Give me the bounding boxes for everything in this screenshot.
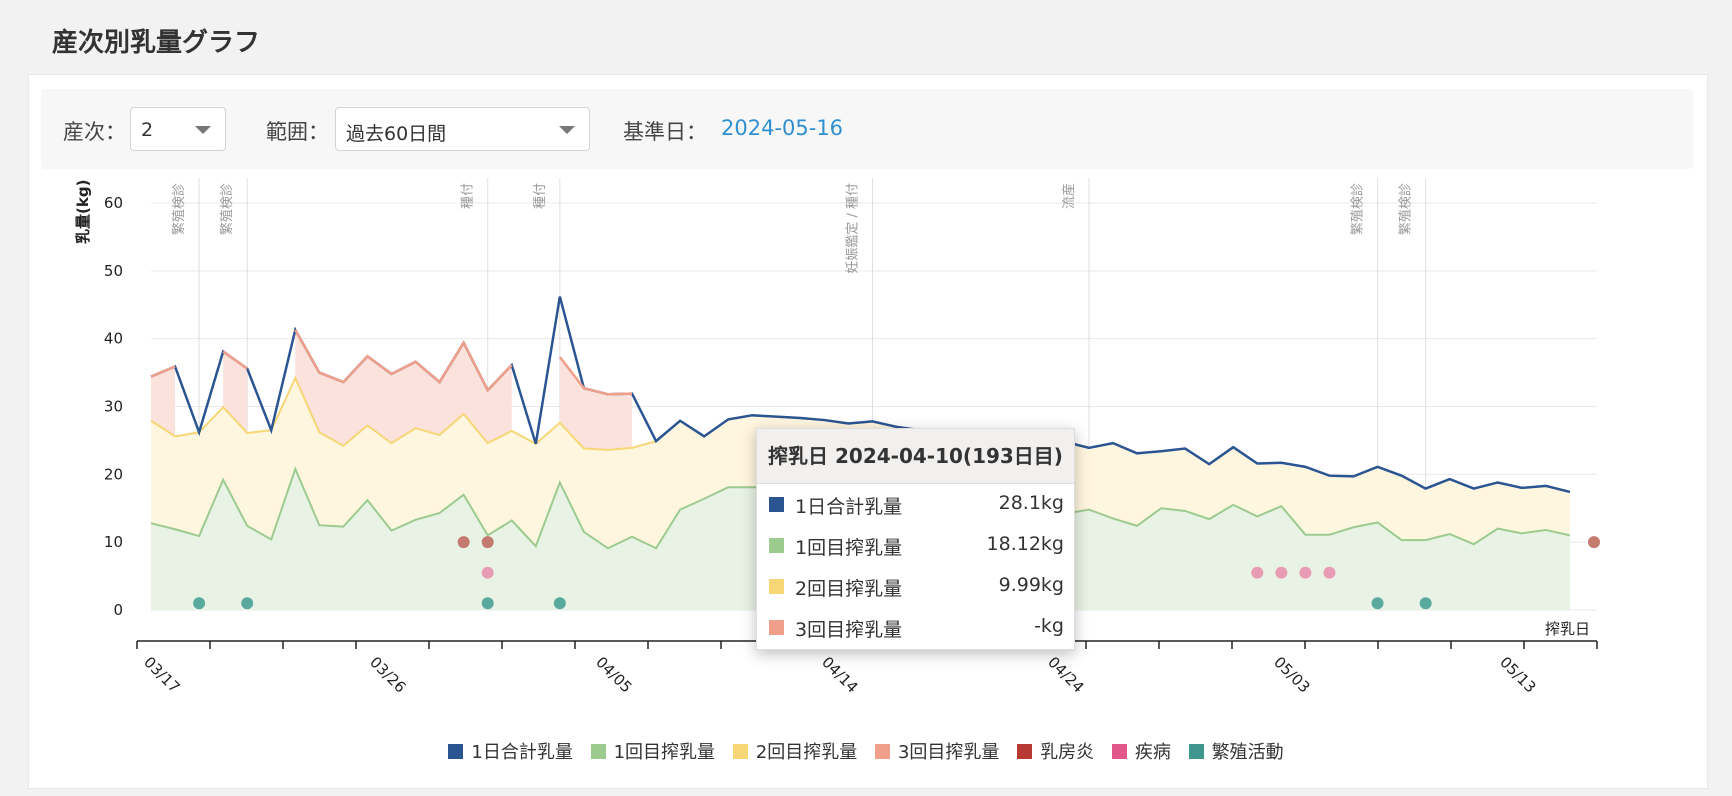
event-marker-disease bbox=[1323, 566, 1336, 579]
tooltip-row-value: 28.1kg bbox=[998, 492, 1064, 514]
legend-item-total[interactable]: 1日合計乳量 bbox=[448, 738, 573, 764]
series-swatch bbox=[769, 620, 784, 635]
event-line-label: 流産 bbox=[1061, 183, 1077, 209]
series-swatch bbox=[769, 497, 784, 512]
tooltip-row-name: 1回目搾乳量 bbox=[795, 537, 903, 559]
event-line-label: 種付 bbox=[532, 183, 548, 209]
y-tick-label: 60 bbox=[104, 194, 123, 212]
x-tick-label: 05/03 bbox=[1270, 653, 1313, 696]
tooltip-row: 1回目搾乳量 18.12kg bbox=[757, 525, 1074, 566]
event-line-label: 繁殖検診 bbox=[171, 183, 187, 235]
legend-item-milk1[interactable]: 1回目搾乳量 bbox=[590, 738, 716, 764]
event-marker-breeding bbox=[1419, 597, 1432, 610]
legend-item-breeding[interactable]: 繁殖活動 bbox=[1188, 738, 1284, 764]
event-line-label: 繁殖検診 bbox=[1350, 183, 1366, 235]
event-line-label: 繁殖検診 bbox=[1398, 183, 1414, 235]
legend-label: 乳房炎 bbox=[1040, 742, 1095, 763]
event-marker-disease bbox=[481, 566, 494, 579]
event-marker-disease bbox=[1299, 566, 1312, 579]
legend-item-milk3[interactable]: 3回目搾乳量 bbox=[874, 738, 1000, 764]
legend-label: 1回目搾乳量 bbox=[613, 742, 716, 763]
legend-item-mastitis[interactable]: 乳房炎 bbox=[1017, 738, 1094, 764]
tooltip-row: 3回目搾乳量 -kg bbox=[757, 607, 1074, 648]
tooltip-row: 2回目搾乳量 9.99kg bbox=[757, 566, 1074, 607]
event-line-label: 繁殖検診 bbox=[219, 183, 235, 235]
event-line-label: 妊娠鑑定 / 種付 bbox=[845, 183, 861, 274]
x-tick-label: 04/05 bbox=[592, 653, 635, 696]
legend-label: 2回目搾乳量 bbox=[755, 742, 858, 763]
event-marker-breeding bbox=[1371, 597, 1384, 610]
event-marker-disease bbox=[1251, 566, 1264, 579]
tooltip-title: 搾乳日 2024-04-10(193日目) bbox=[757, 429, 1074, 484]
tooltip-row-value: 18.12kg bbox=[986, 533, 1064, 555]
y-axis-label: 乳量(kg) bbox=[74, 180, 92, 244]
legend-label: 疾病 bbox=[1134, 742, 1171, 763]
x-tick-label: 05/13 bbox=[1496, 653, 1539, 696]
legend-item-disease[interactable]: 疾病 bbox=[1111, 738, 1171, 764]
event-marker-breeding bbox=[481, 597, 494, 610]
legend-label: 繁殖活動 bbox=[1211, 742, 1284, 763]
legend-swatch bbox=[590, 744, 606, 759]
tooltip-row-value: -kg bbox=[1034, 615, 1064, 637]
chart-legend: 1日合計乳量 1回目搾乳量 2回目搾乳量 3回目搾乳量 乳房炎 疾病 繁殖活動 bbox=[0, 738, 1732, 764]
y-tick-label: 50 bbox=[104, 262, 123, 280]
event-marker-mastitis bbox=[481, 536, 494, 549]
y-tick-label: 30 bbox=[104, 398, 123, 416]
event-line-label: 種付 bbox=[460, 183, 476, 209]
tooltip-row-name: 2回目搾乳量 bbox=[795, 578, 903, 600]
chart-tooltip: 搾乳日 2024-04-10(193日目) 1日合計乳量 28.1kg 1回目搾… bbox=[756, 428, 1075, 650]
series-area-3rd-milking bbox=[295, 329, 512, 446]
x-tick-label: 03/26 bbox=[366, 653, 409, 696]
legend-label: 1日合計乳量 bbox=[471, 742, 573, 763]
x-axis-label: 搾乳日 bbox=[1545, 620, 1590, 638]
event-marker-disease bbox=[1275, 566, 1288, 579]
y-tick-label: 10 bbox=[104, 533, 123, 551]
x-tick-label: 04/24 bbox=[1044, 653, 1087, 696]
legend-swatch bbox=[732, 744, 748, 759]
event-marker-breeding bbox=[553, 597, 566, 610]
legend-label: 3回目搾乳量 bbox=[897, 742, 1000, 763]
series-swatch bbox=[769, 579, 784, 594]
tooltip-row-name: 3回目搾乳量 bbox=[795, 619, 903, 641]
tooltip-row: 1日合計乳量 28.1kg bbox=[757, 484, 1074, 525]
x-tick-label: 04/14 bbox=[818, 653, 861, 696]
series-swatch bbox=[769, 538, 784, 553]
event-marker-breeding bbox=[241, 597, 254, 610]
event-marker-mastitis bbox=[457, 536, 470, 549]
legend-swatch bbox=[1017, 744, 1033, 759]
legend-item-milk2[interactable]: 2回目搾乳量 bbox=[732, 738, 858, 764]
x-tick-label: 03/17 bbox=[140, 653, 183, 696]
y-tick-label: 40 bbox=[104, 330, 123, 348]
legend-swatch bbox=[874, 744, 890, 759]
legend-swatch bbox=[1188, 744, 1204, 759]
event-marker-mastitis bbox=[1588, 536, 1600, 549]
event-marker-breeding bbox=[193, 597, 206, 610]
legend-swatch bbox=[1111, 744, 1127, 759]
tooltip-row-value: 9.99kg bbox=[998, 574, 1064, 596]
y-tick-label: 20 bbox=[104, 465, 123, 483]
legend-swatch bbox=[448, 744, 464, 759]
tooltip-row-name: 1日合計乳量 bbox=[795, 496, 903, 518]
y-tick-label: 0 bbox=[113, 601, 123, 619]
